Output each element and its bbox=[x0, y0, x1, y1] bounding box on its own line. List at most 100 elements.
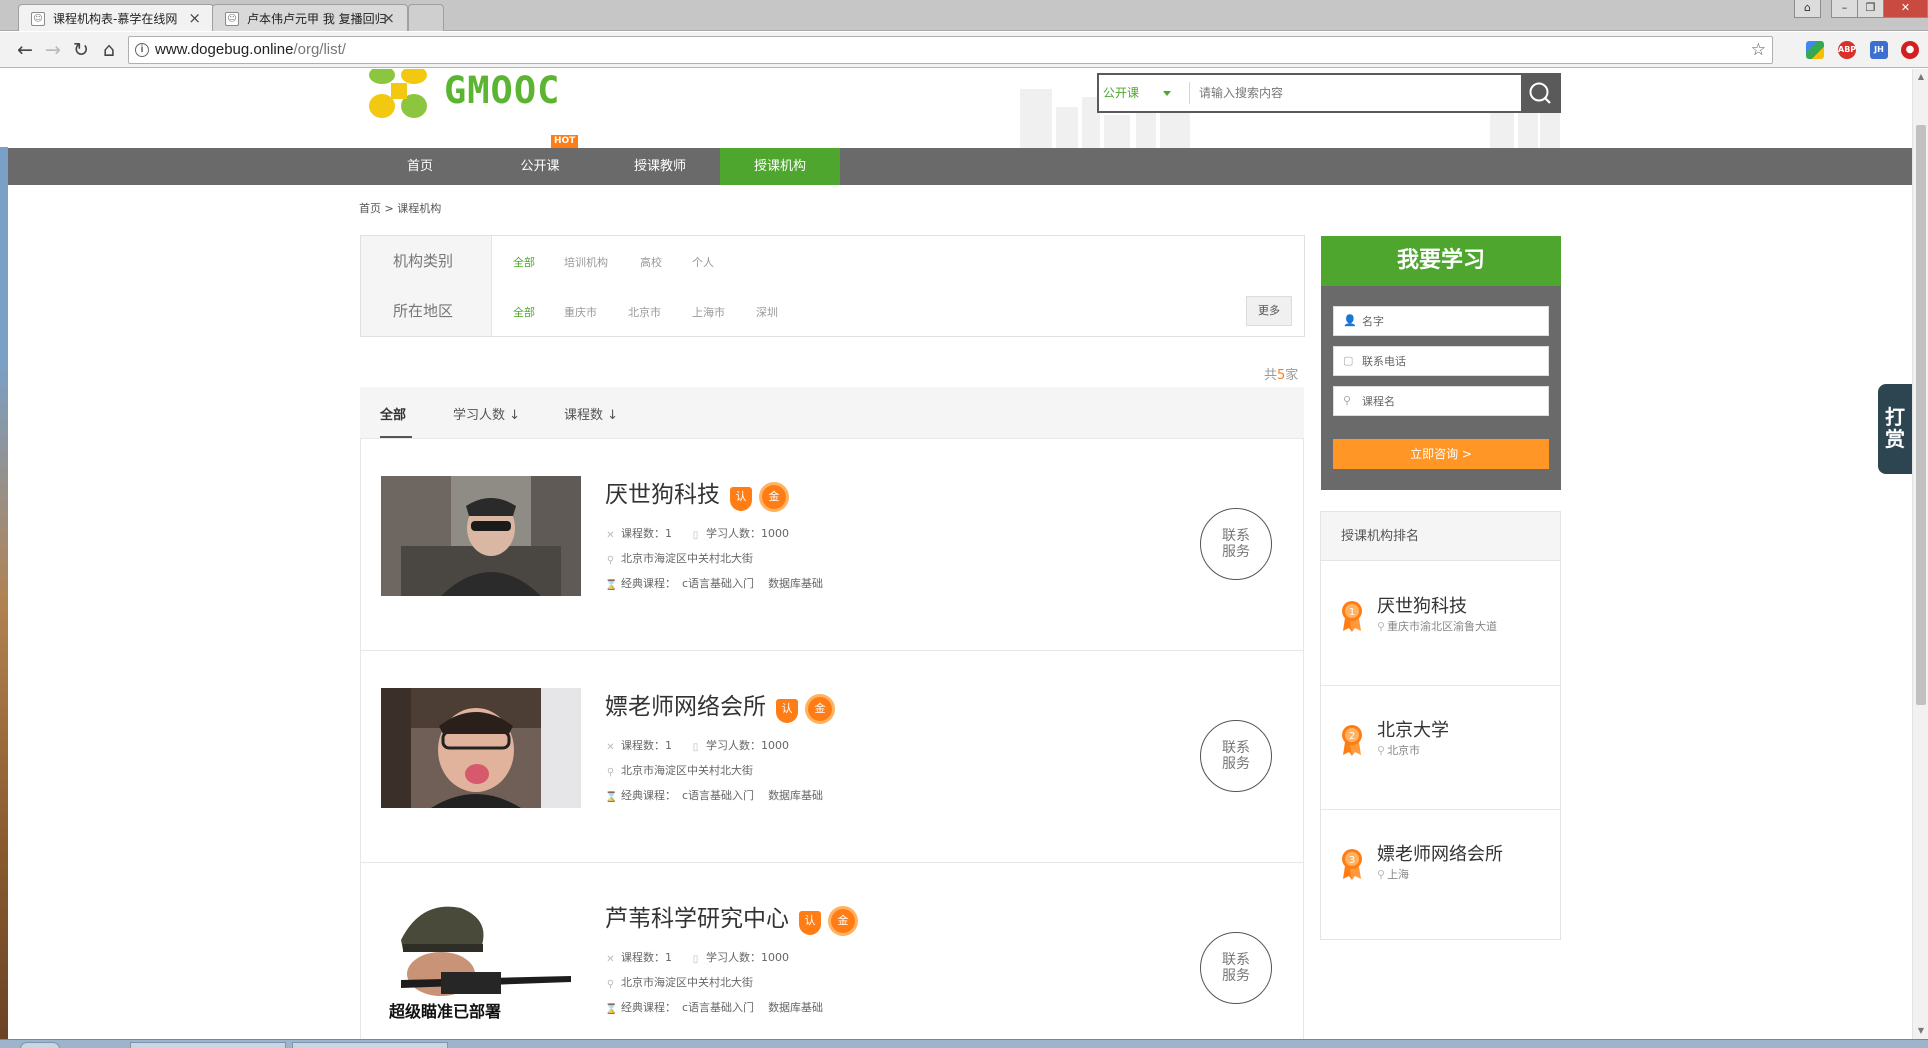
rank-medal-icon: 1 bbox=[1342, 601, 1362, 632]
sort-tab-students[interactable]: 学习人数 ↓ bbox=[453, 404, 520, 423]
category-option-all[interactable]: 全部 bbox=[513, 254, 535, 270]
sort-tab-courses[interactable]: 课程数 ↓ bbox=[564, 404, 618, 423]
search-button[interactable] bbox=[1521, 75, 1559, 111]
classic-course-link[interactable]: 数据库基础 bbox=[768, 577, 823, 590]
gold-medal-icon: 金 bbox=[831, 909, 855, 933]
phone-field[interactable]: ▢ bbox=[1333, 346, 1549, 376]
consult-button[interactable]: 立即咨询 > bbox=[1333, 439, 1549, 469]
ranking-item[interactable]: 3 嫖老师网络会所 ⚲ 上海 bbox=[1321, 810, 1560, 934]
home-icon[interactable]: ⌂ bbox=[96, 37, 122, 63]
hourglass-icon: ⌛ bbox=[605, 580, 618, 591]
region-option-shanghai[interactable]: 上海市 bbox=[692, 304, 725, 320]
rank-number: 1 bbox=[1349, 607, 1355, 618]
scroll-down-icon[interactable]: ▼ bbox=[1913, 1023, 1928, 1039]
course-input[interactable] bbox=[1362, 391, 1542, 411]
breadcrumb[interactable]: 首页 > 课程机构 bbox=[359, 200, 441, 216]
category-option-training[interactable]: 培训机构 bbox=[564, 254, 608, 270]
browser-tab[interactable]: ☺ 卢本伟卢元甲 我 复播回归 × bbox=[212, 4, 408, 31]
new-tab-button[interactable] bbox=[408, 4, 444, 31]
org-stats: ✕ 课程数：1 ▯ 学习人数：1000 bbox=[606, 951, 789, 965]
bookmark-star-icon[interactable]: ☆ bbox=[1751, 37, 1766, 63]
reward-button[interactable]: 打赏 bbox=[1878, 384, 1912, 474]
browser-tab-active[interactable]: ☺ 课程机构表-慕学在线网 × bbox=[18, 4, 214, 31]
logo-icon[interactable] bbox=[368, 69, 430, 119]
hourglass-icon: ⌛ bbox=[605, 1004, 618, 1015]
location-pin-icon: ⚲ bbox=[606, 767, 615, 778]
search-type-select[interactable]: 公开课 bbox=[1103, 75, 1185, 111]
location-pin-icon: ⚲ bbox=[606, 979, 615, 990]
caret-down-icon[interactable] bbox=[1163, 91, 1171, 96]
contact-service-button[interactable]: 联系服务 bbox=[1200, 508, 1272, 580]
sort-tab-all[interactable]: 全部 bbox=[380, 404, 406, 423]
name-field[interactable]: 👤 bbox=[1333, 306, 1549, 336]
scroll-up-icon[interactable]: ▲ bbox=[1913, 69, 1928, 85]
learn-form: 我要学习 👤 ▢ ⚲ 立即咨询 > bbox=[1321, 236, 1561, 490]
classic-course-link[interactable]: 数据库基础 bbox=[768, 1001, 823, 1014]
region-option-shenzhen[interactable]: 深圳 bbox=[756, 304, 778, 320]
address-bar[interactable]: i www.dogebug.online/org/list/ ☆ bbox=[128, 36, 1773, 64]
hourglass-icon: ⌛ bbox=[605, 792, 618, 803]
taskbar-button[interactable] bbox=[292, 1042, 448, 1048]
total-count: 共5家 bbox=[1264, 368, 1299, 383]
region-option-beijing[interactable]: 北京市 bbox=[628, 304, 661, 320]
classic-course-link[interactable]: 数据库基础 bbox=[768, 789, 823, 802]
ranking-item[interactable]: 2 北京大学 ⚲ 北京市 bbox=[1321, 686, 1560, 810]
os-taskbar bbox=[0, 1039, 1928, 1048]
close-tab-icon[interactable]: × bbox=[188, 9, 201, 27]
site-info-icon[interactable]: i bbox=[135, 43, 149, 57]
contact-service-button[interactable]: 联系服务 bbox=[1200, 720, 1272, 792]
org-image[interactable] bbox=[381, 476, 581, 596]
close-tab-icon[interactable]: × bbox=[382, 9, 395, 27]
search-input[interactable] bbox=[1199, 80, 1519, 106]
page-scrollbar[interactable]: ▲ ▼ bbox=[1912, 69, 1928, 1039]
nav-item-home[interactable]: 首页 bbox=[360, 148, 480, 185]
nav-item-orgs[interactable]: 授课机构 bbox=[720, 148, 840, 185]
org-name[interactable]: 嫖老师网络会所认金 bbox=[605, 687, 832, 723]
restore-icon[interactable]: ❐ bbox=[1857, 0, 1884, 18]
user-profile-icon[interactable]: ⌂ bbox=[1794, 0, 1821, 18]
name-input[interactable] bbox=[1362, 311, 1542, 331]
category-option-university[interactable]: 高校 bbox=[640, 254, 662, 270]
jh-extension-icon[interactable]: JH bbox=[1870, 41, 1888, 59]
org-name[interactable]: 芦苇科学研究中心认金 bbox=[605, 899, 855, 935]
adblock-extension-icon[interactable]: ABP bbox=[1838, 41, 1856, 59]
forward-icon[interactable]: → bbox=[40, 37, 66, 63]
org-image[interactable] bbox=[381, 688, 581, 808]
more-regions-button[interactable]: 更多 bbox=[1246, 296, 1292, 326]
window-close-icon[interactable]: ✕ bbox=[1883, 0, 1928, 18]
org-classic-courses: ⌛ 经典课程： c语言基础入门 数据库基础 bbox=[605, 577, 824, 591]
classic-course-link[interactable]: c语言基础入门 bbox=[682, 1001, 754, 1014]
logo-text[interactable]: GMOOC bbox=[444, 69, 560, 113]
region-option-all[interactable]: 全部 bbox=[513, 304, 535, 320]
ranking-org-address: ⚲ 重庆市渝北区渝鲁大道 bbox=[1377, 620, 1498, 633]
minimize-icon[interactable]: – bbox=[1831, 0, 1858, 18]
contact-service-button[interactable]: 联系服务 bbox=[1200, 932, 1272, 1004]
reload-icon[interactable]: ↻ bbox=[68, 37, 94, 63]
org-name[interactable]: 厌世狗科技认金 bbox=[605, 475, 786, 511]
category-option-personal[interactable]: 个人 bbox=[692, 254, 714, 270]
org-address: ⚲ 北京市海淀区中关村北大街 bbox=[606, 552, 753, 566]
rank-medal-icon: 3 bbox=[1342, 849, 1362, 880]
ranking-org-name: 北京大学 bbox=[1377, 720, 1449, 741]
course-field[interactable]: ⚲ bbox=[1333, 386, 1549, 416]
region-option-chongqing[interactable]: 重庆市 bbox=[564, 304, 597, 320]
phone-input[interactable] bbox=[1362, 351, 1542, 371]
classic-course-link[interactable]: c语言基础入门 bbox=[682, 577, 754, 590]
location-pin-icon: ⚲ bbox=[1377, 744, 1386, 757]
nav-item-courses[interactable]: 公开课 bbox=[480, 148, 600, 185]
org-image[interactable]: 超级瞄准已部署 bbox=[381, 900, 581, 1020]
ranking-org-name: 厌世狗科技 bbox=[1377, 596, 1467, 617]
tab-title: 课程机构表-慕学在线网 bbox=[53, 11, 178, 26]
ranking-item[interactable]: 1 厌世狗科技 ⚲ 重庆市渝北区渝鲁大道 bbox=[1321, 562, 1560, 686]
org-address: ⚲ 北京市海淀区中关村北大街 bbox=[606, 764, 753, 778]
drive-extension-icon[interactable] bbox=[1806, 41, 1824, 59]
scrollbar-thumb[interactable] bbox=[1916, 125, 1926, 705]
classic-course-link[interactable]: c语言基础入门 bbox=[682, 789, 754, 802]
back-icon[interactable]: ← bbox=[12, 37, 38, 63]
org-list: 厌世狗科技认金 ✕ 课程数：1 ▯ 学习人数：1000 ⚲ 北京市海淀区中关村北大街 ⌛… bbox=[360, 439, 1304, 1039]
nav-item-teachers[interactable]: 授课教师 bbox=[600, 148, 720, 185]
start-button[interactable] bbox=[20, 1042, 60, 1048]
browser-tab-bar: ☺ 课程机构表-慕学在线网 × ☺ 卢本伟卢元甲 我 复播回归 × ⌂ – ❐ … bbox=[0, 0, 1928, 31]
taskbar-button[interactable] bbox=[130, 1042, 286, 1048]
extension-icon[interactable]: ● bbox=[1901, 41, 1919, 59]
